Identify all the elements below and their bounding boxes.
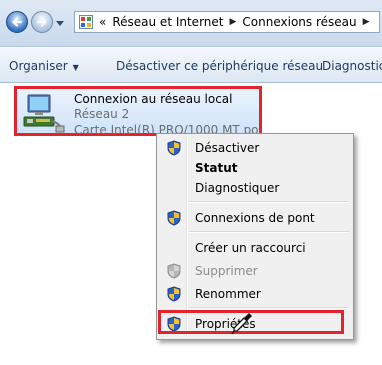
menu-item-delete: Supprimer: [159, 261, 351, 281]
menu-item-bridge-connections[interactable]: Connexions de pont: [159, 208, 351, 228]
organize-label: Organiser: [9, 59, 68, 73]
menu-item-diagnose[interactable]: Diagnostiquer: [159, 178, 351, 198]
disable-device-button[interactable]: Désactiver ce périphérique réseau: [116, 59, 323, 73]
forward-arrow-icon: [36, 17, 48, 27]
menu-item-create-shortcut[interactable]: Créer un raccourci: [159, 238, 351, 258]
menu-item-label: Créer un raccourci: [195, 241, 306, 255]
breadcrumb-separator-icon[interactable]: ▶: [229, 17, 236, 27]
connection-network: Réseau 2: [74, 107, 130, 121]
menu-item-label: Renommer: [195, 287, 261, 301]
back-button[interactable]: [6, 11, 28, 33]
context-menu: Désactiver Statut Diagnostiquer Connexio…: [156, 133, 354, 340]
menu-item-label: Désactiver: [195, 141, 260, 155]
menu-item-disable[interactable]: Désactiver: [159, 138, 351, 158]
chevron-down-icon: ▼: [72, 63, 79, 72]
history-dropdown-icon[interactable]: [56, 19, 64, 27]
forward-button[interactable]: [31, 11, 53, 33]
menu-item-rename[interactable]: Renommer: [159, 284, 351, 304]
diagnose-button[interactable]: Diagnostiqu: [322, 59, 382, 73]
menu-item-label: Diagnostiquer: [195, 181, 280, 195]
menu-item-label: Statut: [195, 161, 238, 175]
breadcrumb-separator-icon[interactable]: ▶: [363, 17, 370, 27]
connection-name: Connexion au réseau local: [74, 92, 233, 106]
breadcrumb-overflow[interactable]: «: [99, 15, 106, 29]
organize-button[interactable]: Organiser ▼: [9, 59, 79, 73]
command-bar: Organiser ▼ Désactiver ce périphérique ré…: [0, 46, 382, 83]
menu-separator: [189, 231, 349, 233]
menu-item-label: Supprimer: [195, 264, 258, 278]
menu-item-status[interactable]: Statut: [159, 158, 351, 178]
breadcrumb[interactable]: « Réseau et Internet ▶ Connexions réseau…: [74, 11, 380, 33]
network-adapter-icon: [23, 94, 65, 133]
control-panel-icon: [79, 15, 93, 29]
shield-icon: [167, 286, 181, 302]
shield-icon: [167, 263, 181, 279]
breadcrumb-network-internet[interactable]: Réseau et Internet: [112, 15, 223, 29]
dropper-cursor-icon: [231, 313, 252, 335]
menu-item-label: Connexions de pont: [195, 211, 315, 225]
address-bar: « Réseau et Internet ▶ Connexions réseau…: [0, 0, 382, 46]
breadcrumb-network-connections[interactable]: Connexions réseau: [242, 15, 356, 29]
shield-icon: [167, 140, 181, 156]
menu-separator: [189, 201, 349, 203]
back-arrow-icon: [11, 17, 23, 27]
connection-item-local-area[interactable]: Connexion au réseau local Réseau 2 Carte…: [14, 86, 262, 136]
shield-icon: [167, 210, 181, 226]
menu-separator: [189, 307, 349, 309]
